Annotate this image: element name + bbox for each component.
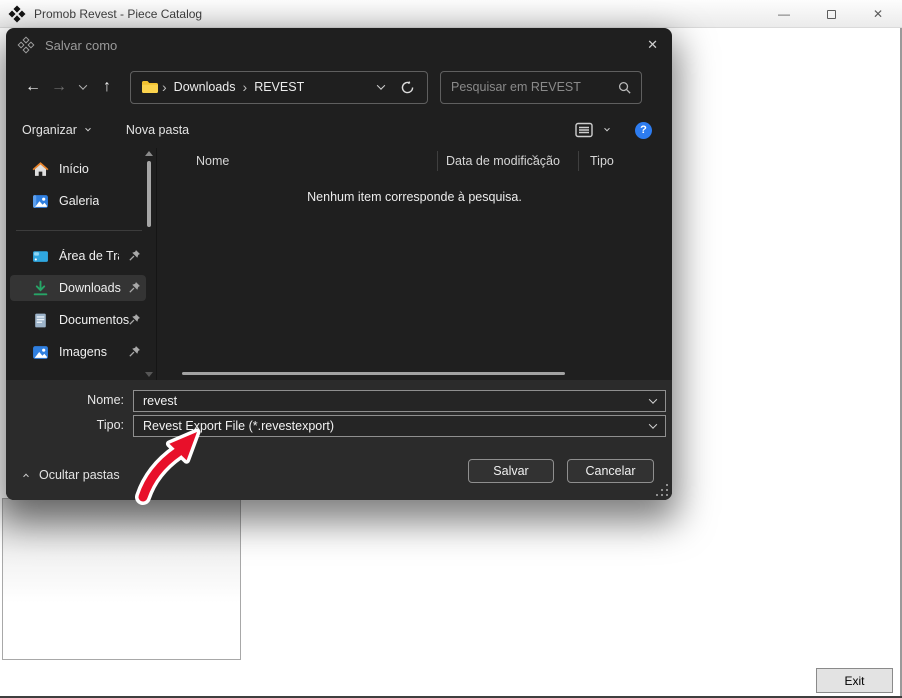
column-separator[interactable] [437,151,438,171]
scroll-up-icon[interactable] [145,151,153,156]
back-button[interactable]: ← [20,74,46,100]
app-window: Promob Revest - Piece Catalog — ✕ Exit S… [0,0,902,698]
dialog-title: Salvar como [45,37,118,53]
recent-locations-button[interactable] [72,74,94,100]
new-folder-button[interactable]: Nova pasta [126,123,189,137]
scroll-down-icon[interactable] [145,372,153,377]
maximize-icon [826,9,836,19]
forward-button[interactable]: → [46,74,72,100]
horizontal-scrollbar[interactable] [182,372,565,375]
view-dropdown-chevron-icon[interactable] [604,125,610,132]
desktop-icon [33,250,48,262]
column-header-data[interactable]: Data de modificação [446,154,560,168]
dialog-main-area: Início Galeria Área de Tr Downloads Docu… [6,148,672,380]
sidebar-item-label: Área de Trabalho [59,249,119,263]
search-box [440,70,642,104]
organize-button[interactable]: Organizar [22,123,91,137]
folder-icon [142,81,158,93]
pin-icon[interactable] [127,280,142,295]
address-bar[interactable]: › Downloads › REVEST [130,70,428,104]
window-controls: — ✕ [776,0,886,28]
dialog-titlebar: Salvar como ✕ [6,28,672,62]
dialog-close-button[interactable]: ✕ [647,37,658,53]
chevron-down-icon [85,125,91,132]
column-header-nome[interactable]: Nome [196,154,229,168]
filename-input[interactable] [143,394,650,408]
address-dropdown-chevron-icon[interactable] [376,81,386,90]
up-button[interactable]: ↑ [94,74,120,100]
sidebar-item-inicio[interactable]: Início [10,156,146,182]
search-input[interactable] [441,71,641,103]
view-details-icon[interactable] [575,122,593,138]
search-icon[interactable] [617,80,632,95]
resize-grip[interactable] [656,484,668,496]
chevron-down-icon [78,81,88,90]
chevron-up-icon [23,473,29,480]
sidebar-item-galeria[interactable]: Galeria [10,188,146,214]
sidebar: Início Galeria Área de Tr Downloads Docu… [6,148,157,380]
pin-icon[interactable] [127,248,142,263]
pictures-icon [33,345,48,359]
sidebar-item-downloads[interactable]: Downloads [10,275,146,301]
sidebar-scrollbar[interactable] [145,148,153,380]
organize-label: Organizar [22,123,77,137]
save-button[interactable]: Salvar [468,459,554,483]
pin-icon[interactable] [127,312,142,327]
filetype-dropdown-chevron-icon [648,420,658,429]
sidebar-item-imagens[interactable]: Imagens [10,339,146,365]
hide-folders-label: Ocultar pastas [39,468,120,482]
dialog-toolbar: Organizar Nova pasta ? [6,112,672,148]
cancel-button[interactable]: Cancelar [567,459,654,483]
scrollbar-thumb[interactable] [147,161,151,227]
breadcrumb-separator: › [242,79,248,95]
hide-folders-button[interactable]: Ocultar pastas [23,468,120,482]
main-titlebar: Promob Revest - Piece Catalog — ✕ [0,0,902,28]
save-as-dialog: Salvar como ✕ ← → ↑ › Downloads › REVEST [6,28,672,500]
sidebar-item-area-de-trabalho[interactable]: Área de Trabalho [10,243,146,269]
sidebar-item-documentos[interactable]: Documentos [10,307,146,333]
help-icon[interactable]: ? [635,121,652,139]
download-icon [33,280,48,295]
filename-dropdown-chevron-icon[interactable] [648,395,658,404]
name-field-label: Nome: [87,393,124,407]
sidebar-item-label: Início [59,162,89,176]
column-header-tipo[interactable]: Tipo [590,154,614,168]
filetype-select[interactable]: Revest Export File (*.revestexport) [133,415,666,437]
exit-button[interactable]: Exit [816,668,893,693]
filename-combo [133,390,666,412]
list-header: Nome Data de modificação Tipo [157,148,672,174]
gallery-icon [33,194,48,208]
home-icon [32,161,49,176]
breadcrumb-revest[interactable]: REVEST [254,80,304,94]
file-list-area: Nome Data de modificação Tipo Nenhum ite… [157,148,672,380]
maximize-button[interactable] [823,6,839,22]
promob-logo-outline-icon [17,36,35,54]
filetype-value: Revest Export File (*.revestexport) [143,419,335,433]
sidebar-item-label: Documentos [59,313,130,327]
main-window-title: Promob Revest - Piece Catalog [34,6,203,21]
breadcrumb-downloads[interactable]: Downloads [174,80,236,94]
sidebar-item-label: Imagens [59,345,107,359]
type-field-label: Tipo: [96,418,124,432]
sidebar-item-label: Downloads [59,281,121,295]
sidebar-divider [16,230,142,231]
dialog-footer: Nome: Tipo: Revest Export File (*.revest… [6,380,672,500]
minimize-button[interactable]: — [776,6,792,22]
navigation-bar: ← → ↑ › Downloads › REVEST [6,62,672,112]
refresh-icon[interactable] [400,80,415,95]
promob-logo-icon [8,5,26,22]
document-icon [35,313,46,327]
empty-list-message: Nenhum item corresponde à pesquisa. [307,190,522,204]
pin-icon[interactable] [127,344,142,359]
close-button[interactable]: ✕ [870,6,886,22]
breadcrumb-separator: › [162,79,167,95]
column-separator[interactable] [578,151,579,171]
background-panel [2,498,241,660]
sidebar-item-label: Galeria [59,194,100,208]
